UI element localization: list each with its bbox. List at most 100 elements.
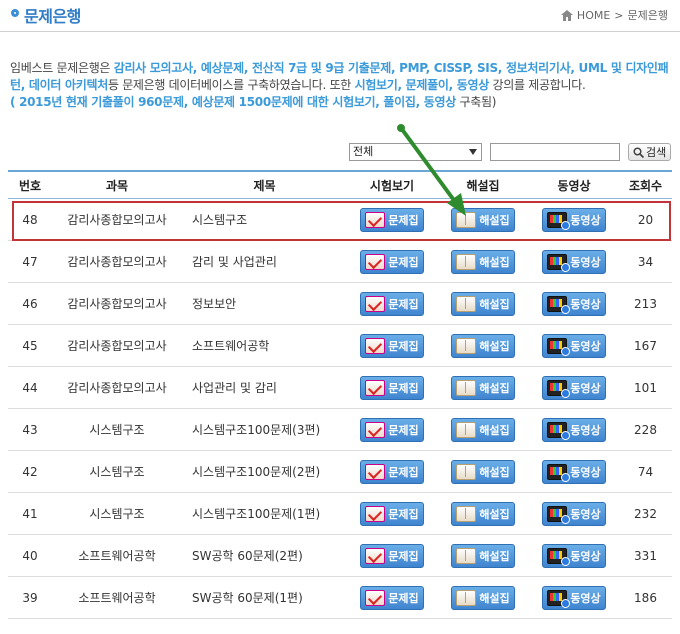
- row-exam-cell: 문제집: [347, 492, 437, 535]
- solution-button[interactable]: 해설집: [451, 375, 515, 400]
- row-no: 39: [8, 576, 52, 619]
- row-course: 감리사종합모의고사: [52, 240, 182, 283]
- row-subject[interactable]: SW공학 60문제(1편): [182, 576, 347, 619]
- book-icon: [456, 379, 477, 396]
- exam-button-label: 문제집: [388, 549, 419, 563]
- table-row: 45 감리사종합모의고사 소프트웨어공학 문제집 해설집 동영상 167: [8, 324, 672, 367]
- header-subject: 제목: [182, 170, 347, 199]
- video-button[interactable]: 동영상: [542, 459, 606, 484]
- solution-button[interactable]: 해설집: [451, 459, 515, 484]
- search-input[interactable]: [490, 143, 620, 161]
- exam-icon: [365, 295, 386, 312]
- row-solution-cell: 해설집: [437, 198, 529, 241]
- row-subject[interactable]: SW공학 60문제(2편): [182, 534, 347, 577]
- exam-button[interactable]: 문제집: [360, 291, 424, 316]
- book-icon: [456, 295, 477, 312]
- video-icon: [547, 463, 571, 482]
- table-row: 43 시스템구조 시스템구조100문제(3편) 문제집 해설집 동영상 228: [8, 408, 672, 451]
- search-category-select[interactable]: 전체: [349, 143, 482, 161]
- row-exam-cell: 문제집: [347, 282, 437, 325]
- row-no: 41: [8, 492, 52, 535]
- row-views: 74: [619, 450, 672, 493]
- video-icon: [547, 211, 571, 230]
- search-bar: 전체 검색: [349, 143, 672, 161]
- exam-button[interactable]: 문제집: [360, 543, 424, 568]
- video-icon: [547, 505, 571, 524]
- row-exam-cell: 문제집: [347, 198, 437, 241]
- exam-button[interactable]: 문제집: [360, 249, 424, 274]
- breadcrumb-home[interactable]: HOME: [577, 9, 610, 22]
- row-solution-cell: 해설집: [437, 366, 529, 409]
- row-video-cell: 동영상: [529, 450, 619, 493]
- row-views: 20: [619, 198, 672, 241]
- video-button[interactable]: 동영상: [542, 291, 606, 316]
- row-solution-cell: 해설집: [437, 492, 529, 535]
- video-button[interactable]: 동영상: [542, 249, 606, 274]
- video-button[interactable]: 동영상: [542, 207, 606, 232]
- exam-button[interactable]: 문제집: [360, 207, 424, 232]
- exam-button-label: 문제집: [388, 465, 419, 479]
- row-no: 40: [8, 534, 52, 577]
- exam-button[interactable]: 문제집: [360, 417, 424, 442]
- solution-button[interactable]: 해설집: [451, 417, 515, 442]
- row-subject[interactable]: 정보보안: [182, 282, 347, 325]
- row-subject[interactable]: 소프트웨어공학: [182, 324, 347, 367]
- exam-button[interactable]: 문제집: [360, 459, 424, 484]
- exam-icon: [365, 505, 386, 522]
- intro-text: 임베스트 문제은행은 감리사 모의고사, 예상문제, 전산직 7급 및 9급 기…: [10, 60, 672, 111]
- row-video-cell: 동영상: [529, 282, 619, 325]
- video-button[interactable]: 동영상: [542, 585, 606, 610]
- video-button[interactable]: 동영상: [542, 417, 606, 442]
- row-video-cell: 동영상: [529, 492, 619, 535]
- row-views: 167: [619, 324, 672, 367]
- exam-button[interactable]: 문제집: [360, 585, 424, 610]
- exam-button-label: 문제집: [388, 507, 419, 521]
- video-button[interactable]: 동영상: [542, 501, 606, 526]
- title-bullet-icon: [11, 9, 19, 17]
- book-icon: [456, 337, 477, 354]
- row-subject[interactable]: 사업관리 및 감리: [182, 366, 347, 409]
- row-subject[interactable]: 시스템구조100문제(3편): [182, 408, 347, 451]
- exam-button[interactable]: 문제집: [360, 333, 424, 358]
- row-course: 감리사종합모의고사: [52, 324, 182, 367]
- solution-button[interactable]: 해설집: [451, 249, 515, 274]
- solution-button-label: 해설집: [479, 339, 510, 353]
- video-button[interactable]: 동영상: [542, 333, 606, 358]
- row-views: 186: [619, 576, 672, 619]
- video-button[interactable]: 동영상: [542, 375, 606, 400]
- solution-button[interactable]: 해설집: [451, 543, 515, 568]
- video-button-label: 동영상: [570, 255, 601, 269]
- breadcrumb-separator: >: [614, 8, 624, 22]
- page-header: 문제은행 HOME > 문제은행: [0, 0, 680, 30]
- row-course: 소프트웨어공학: [52, 534, 182, 577]
- solution-button[interactable]: 해설집: [451, 501, 515, 526]
- home-icon: [560, 9, 573, 21]
- video-button-label: 동영상: [570, 549, 601, 563]
- row-exam-cell: 문제집: [347, 324, 437, 367]
- solution-button[interactable]: 해설집: [451, 291, 515, 316]
- row-subject[interactable]: 시스템구조100문제(1편): [182, 492, 347, 535]
- video-button[interactable]: 동영상: [542, 543, 606, 568]
- table-row: 48 감리사종합모의고사 시스템구조 문제집 해설집 동영상 20: [8, 198, 672, 241]
- row-subject[interactable]: 시스템구조100문제(2편): [182, 450, 347, 493]
- row-no: 42: [8, 450, 52, 493]
- solution-button[interactable]: 해설집: [451, 333, 515, 358]
- search-icon: [633, 146, 644, 158]
- exam-button[interactable]: 문제집: [360, 501, 424, 526]
- row-subject[interactable]: 감리 및 사업관리: [182, 240, 347, 283]
- solution-button[interactable]: 해설집: [451, 207, 515, 232]
- row-course: 시스템구조: [52, 408, 182, 451]
- intro-highlight: 시험보기, 문제풀이, 동영상: [354, 78, 490, 92]
- row-exam-cell: 문제집: [347, 450, 437, 493]
- search-button[interactable]: 검색: [628, 143, 672, 161]
- row-subject[interactable]: 시스템구조: [182, 198, 347, 241]
- solution-button-label: 해설집: [479, 381, 510, 395]
- book-icon: [456, 253, 477, 270]
- solution-button[interactable]: 해설집: [451, 585, 515, 610]
- exam-button-label: 문제집: [388, 255, 419, 269]
- exam-button[interactable]: 문제집: [360, 375, 424, 400]
- video-button-label: 동영상: [570, 423, 601, 437]
- video-icon: [547, 295, 571, 314]
- row-video-cell: 동영상: [529, 408, 619, 451]
- video-button-label: 동영상: [570, 381, 601, 395]
